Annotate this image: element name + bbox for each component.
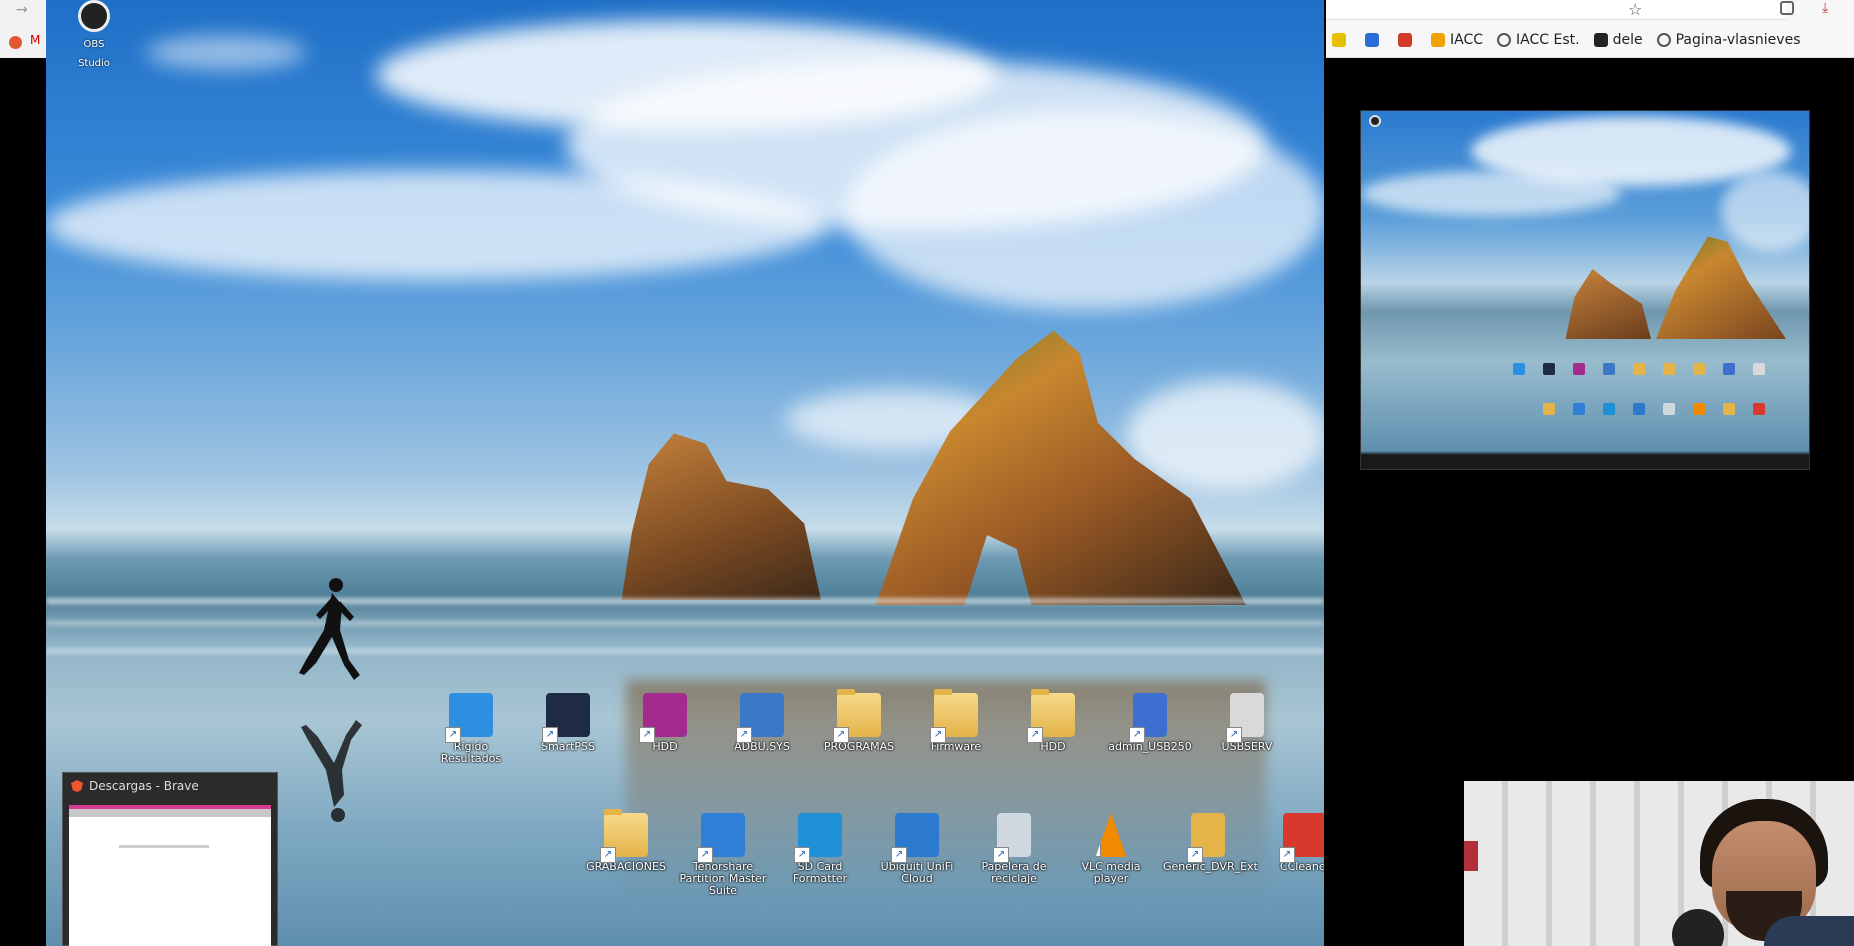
runner-silhouette (299, 578, 360, 680)
bookmark-item[interactable]: IACC Est. (1497, 32, 1580, 48)
brave-shield-icon[interactable] (1780, 1, 1794, 15)
desktop-icon[interactable]: USBSERV (1202, 693, 1292, 753)
desktop-icon-label: USBSERV (1221, 740, 1273, 753)
webcam-overlay (1464, 781, 1854, 946)
ccleaner-icon (1279, 813, 1324, 863)
desktop-icon[interactable]: SD Card Formatter (775, 813, 865, 885)
desktop-icon-label: HDD (652, 740, 678, 753)
thumbnail-title: Descargas - Brave (89, 779, 199, 793)
cloud-app-icon (891, 813, 939, 863)
microphone (1672, 909, 1724, 946)
desktop-icon[interactable]: SmartPSS (523, 693, 613, 753)
blue-c-favicon (1365, 33, 1379, 47)
blue-square-app-icon (445, 693, 493, 743)
desktop-icon-label: ADBU.SYS (734, 740, 790, 753)
preview-taskbar (1361, 455, 1809, 469)
desktop-icon-label: GRABACIONES (586, 860, 666, 873)
desktop-icon[interactable]: Ubiquiti UniFi Cloud (872, 813, 962, 885)
download-icon[interactable]: ⤓ (1822, 0, 1828, 16)
desktop-icon[interactable]: PROGRAMAS (814, 689, 904, 753)
desktop-icon[interactable]: Rígido Resultados (426, 693, 516, 765)
desktop-icon-label: SmartPSS (541, 740, 595, 753)
desktop-icon-label: Ubiquiti UniFi Cloud (880, 860, 954, 885)
desktop-icon[interactable]: VLC media player (1066, 813, 1156, 885)
desktop-icon-label: Rígido Resultados (440, 740, 502, 765)
desktop-icon-label: Tenorshare Partition Master Suite (679, 860, 767, 897)
desktop-icon-label: Papelera de reciclaje (981, 860, 1047, 885)
thumbnail-titlebar: Descargas - Brave (63, 773, 277, 799)
folder-icon (833, 689, 881, 743)
obs-studio-desktop-icon[interactable]: OBS Studio (72, 0, 116, 69)
iacc-favicon (1431, 33, 1445, 47)
brave-tab-icon[interactable] (9, 36, 22, 49)
screen-recording-frame: → M OBS Studio Rígido Resultad (0, 0, 1854, 946)
vlc-cone-icon (1095, 813, 1127, 857)
desktop-icon[interactable]: CCleaner (1260, 813, 1324, 873)
bookmark-star-icon[interactable]: ☆ (1628, 0, 1642, 19)
tab-partial-label: M (30, 33, 41, 47)
runner-reflection (301, 720, 362, 822)
obs-icon (78, 0, 110, 32)
bookmark-item[interactable] (1365, 33, 1384, 47)
bookmark-label: Pagina-vlasnieves (1675, 32, 1801, 48)
bookmark-item[interactable] (1398, 33, 1417, 47)
document-icon (1187, 813, 1225, 863)
desktop-icon[interactable]: HDD (620, 693, 710, 753)
desktop-icon-label: SD Card Formatter (792, 860, 848, 885)
bookmark-label: dele (1612, 32, 1643, 48)
desktop-icon[interactable]: admin_USB250 (1105, 693, 1195, 753)
winrar-icon (639, 693, 687, 743)
black-favicon (1593, 33, 1608, 47)
folder-icon (930, 689, 978, 743)
thumbnail-preview (69, 805, 271, 946)
bookmark-label: IACC Est. (1516, 32, 1580, 48)
desktop-icon-label: PROGRAMAS (823, 740, 895, 753)
desktop-icon[interactable]: GRABACIONES (581, 809, 671, 873)
taskbar-thumbnail-window[interactable]: Descargas - Brave (62, 772, 278, 946)
globe-icon (1497, 33, 1512, 47)
camera-app-icon (542, 693, 590, 743)
rock-left (621, 433, 821, 600)
sd-card-icon (794, 813, 842, 863)
right-browser-chrome: ☆ ⤓ IACC IACC Est. dele Pagina-vlasnieves (1326, 0, 1854, 58)
disc-file-icon (1226, 693, 1264, 743)
left-browser-strip: → M (0, 0, 46, 58)
desktop-icon-label: admin_USB250 (1108, 740, 1192, 753)
desktop-icon-label: VLC media player (1081, 860, 1141, 885)
bookmark-item[interactable] (1332, 33, 1351, 47)
bookmark-item[interactable]: Pagina-vlasnieves (1656, 32, 1801, 48)
document-icon (1129, 693, 1167, 743)
desktop-icon-label: Firmware (930, 740, 982, 753)
desktop-icon[interactable]: Generic_DVR_Ext (1163, 813, 1258, 873)
desktop-icon[interactable]: Tenorshare Partition Master Suite (678, 813, 768, 897)
desktop-icon[interactable]: Papelera de reciclaje (969, 813, 1059, 885)
bookmark-item[interactable]: dele (1593, 32, 1643, 48)
forward-arrow-icon[interactable]: → (16, 2, 28, 18)
desktop-icon[interactable]: Firmware (911, 689, 1001, 753)
bookmark-label: IACC (1450, 32, 1484, 48)
folder-icon (600, 809, 648, 863)
partition-app-icon (697, 813, 745, 863)
bookmarks-bar: IACC IACC Est. dele Pagina-vlasnieves (1332, 32, 1801, 48)
folder-icon (1027, 689, 1075, 743)
yellow-favicon (1332, 33, 1346, 47)
brave-logo-icon (71, 780, 83, 792)
desktop-icon-label: Generic_DVR_Ext (1163, 860, 1258, 873)
desktop-icon[interactable]: ADBU.SYS (717, 693, 807, 753)
recycle-bin-icon (993, 813, 1031, 863)
red-favicon (1398, 33, 1412, 47)
usb-shortcut-icon (736, 693, 784, 743)
desktop-icon[interactable]: HDD (1008, 689, 1098, 753)
address-bar[interactable] (1326, 0, 1786, 20)
desktop-icon-label: HDD (1040, 740, 1066, 753)
globe-icon (1656, 33, 1671, 47)
obs-preview-monitor (1360, 110, 1810, 470)
bookmark-item[interactable]: IACC (1431, 32, 1483, 48)
